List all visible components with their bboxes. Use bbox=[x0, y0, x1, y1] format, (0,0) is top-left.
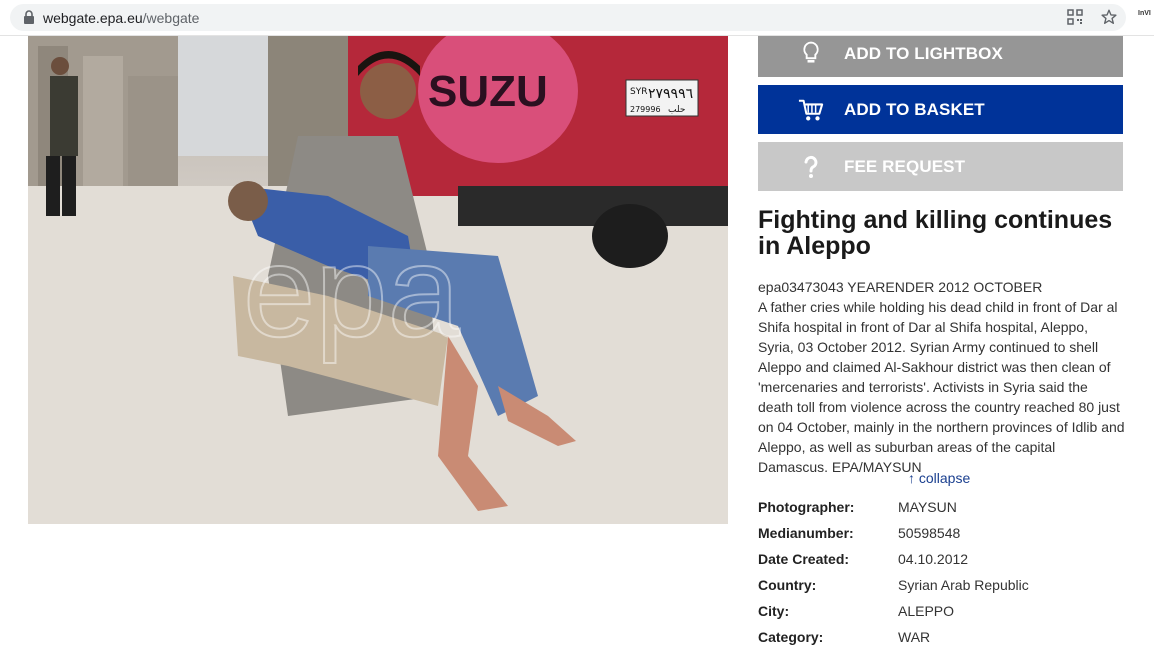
lock-icon[interactable] bbox=[22, 10, 36, 25]
meta-key: Medianumber: bbox=[758, 525, 854, 541]
url-path: /webgate bbox=[142, 10, 200, 26]
meta-row-medianumber: Medianumber: 50598548 bbox=[758, 522, 1138, 548]
meta-row-photographer: Photographer: MAYSUN bbox=[758, 496, 1138, 522]
meta-row-city: City: ALEPPO bbox=[758, 600, 1138, 626]
caption-id: epa03473043 YEARENDER 2012 OCTOBER bbox=[758, 279, 1043, 295]
news-photo: SUZU SYR ٢٧٩٩٩٦ 279996 حلب epa bbox=[28, 36, 728, 524]
meta-value: Syrian Arab Republic bbox=[898, 577, 1029, 593]
url-host: webgate.epa.eu bbox=[43, 10, 143, 26]
address-bar[interactable]: webgate.epa.eu/webgate bbox=[10, 4, 1126, 31]
meta-value: 50598548 bbox=[898, 525, 961, 541]
caption: epa03473043 YEARENDER 2012 OCTOBER A fat… bbox=[758, 277, 1126, 477]
metadata-table: Photographer: MAYSUN Medianumber: 505985… bbox=[758, 496, 1138, 652]
shopping-cart-icon bbox=[798, 99, 824, 121]
meta-value: 04.10.2012 bbox=[898, 551, 969, 567]
meta-key: Date Created: bbox=[758, 551, 850, 567]
meta-key: Photographer: bbox=[758, 499, 855, 515]
caption-text: A father cries while holding his dead ch… bbox=[758, 299, 1125, 475]
bookmark-star-icon[interactable] bbox=[1100, 8, 1118, 26]
meta-key: Category: bbox=[758, 629, 824, 645]
add-to-lightbox-button[interactable]: ADD TO LIGHTBOX bbox=[758, 36, 1123, 77]
meta-key: City: bbox=[758, 603, 790, 619]
add-to-basket-button[interactable]: ADD TO BASKET bbox=[758, 85, 1123, 134]
basket-label: ADD TO BASKET bbox=[844, 100, 985, 119]
extension-icon[interactable]: InVI bbox=[1138, 10, 1151, 17]
meta-row-country: Country: Syrian Arab Republic bbox=[758, 574, 1138, 600]
meta-row-category: Category: WAR bbox=[758, 626, 1138, 652]
meta-row-date-created: Date Created: 04.10.2012 bbox=[758, 548, 1138, 574]
fee-request-button[interactable]: FEE REQUEST bbox=[758, 142, 1123, 191]
plate-city: حلب bbox=[668, 105, 685, 115]
meta-value: WAR bbox=[898, 629, 931, 645]
url-text[interactable]: webgate.epa.eu/webgate bbox=[43, 10, 199, 26]
qr-code-icon[interactable] bbox=[1067, 9, 1083, 25]
meta-value: MAYSUN bbox=[898, 499, 957, 515]
plate-country: SYR bbox=[630, 87, 647, 97]
article-title: Fighting and killing continues in Aleppo bbox=[758, 206, 1113, 260]
lightbox-label: ADD TO LIGHTBOX bbox=[844, 44, 1003, 63]
meta-key: Country: bbox=[758, 577, 817, 593]
plate-number: ٢٧٩٩٩٦ bbox=[648, 86, 693, 102]
wheel-text: SUZU bbox=[428, 67, 548, 116]
plate-sub: 279996 bbox=[630, 105, 661, 114]
collapse-link[interactable]: ↑ collapse bbox=[908, 470, 970, 486]
browser-toolbar: webgate.epa.eu/webgate InVI bbox=[0, 0, 1154, 36]
meta-value: ALEPPO bbox=[898, 603, 955, 619]
fee-request-label: FEE REQUEST bbox=[844, 157, 966, 176]
watermark-text: epa bbox=[243, 218, 461, 364]
question-mark-icon bbox=[804, 155, 818, 178]
lightbulb-icon bbox=[803, 41, 819, 63]
